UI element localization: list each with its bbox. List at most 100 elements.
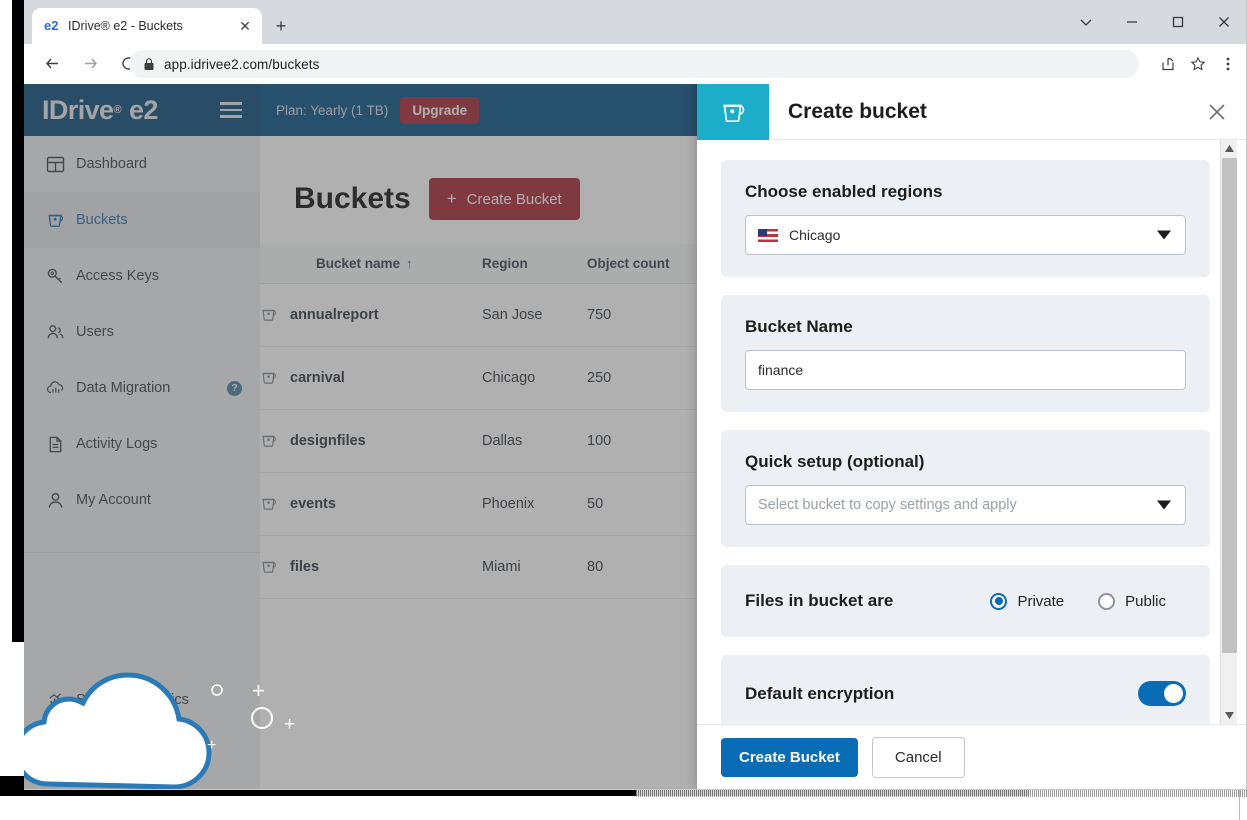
- radio-private[interactable]: Private: [990, 593, 1064, 610]
- sidebar-item-buckets[interactable]: Buckets: [24, 192, 260, 248]
- regions-label: Choose enabled regions: [745, 182, 1186, 202]
- quick-setup-placeholder: Select bucket to copy settings and apply: [758, 497, 1017, 513]
- bucket-name: events: [290, 496, 336, 512]
- hamburger-menu-icon[interactable]: [220, 102, 242, 118]
- chevron-down-icon: [1157, 501, 1171, 510]
- radio-public[interactable]: Public: [1098, 593, 1166, 610]
- radio-selected-icon: [990, 593, 1007, 610]
- table-row[interactable]: designfiles Dallas 100: [260, 410, 697, 473]
- sidebar-item-users[interactable]: Users: [24, 304, 260, 360]
- scroll-up-icon[interactable]: [1221, 140, 1238, 157]
- help-icon[interactable]: ?: [227, 381, 242, 396]
- tab-close-icon[interactable]: ✕: [236, 17, 254, 35]
- sidebar-item-storage-statistics[interactable]: Storage Statistics: [24, 672, 260, 728]
- column-header-region[interactable]: Region: [482, 244, 587, 284]
- upgrade-button[interactable]: Upgrade: [400, 97, 479, 124]
- table-row[interactable]: annualreport San Jose 750: [260, 284, 697, 347]
- sidebar-item-label: Data Migration: [76, 380, 170, 396]
- bookmark-star-icon[interactable]: [1183, 50, 1213, 78]
- chart-icon: [46, 691, 76, 710]
- tab-title: IDrive® e2 - Buckets: [64, 19, 236, 33]
- create-bucket-modal: Create bucket Choose enabled regions Chi…: [697, 84, 1247, 790]
- chevron-down-icon: [1157, 231, 1171, 240]
- new-tab-button[interactable]: +: [270, 16, 292, 38]
- table-row[interactable]: carnival Chicago 250: [260, 347, 697, 410]
- sidebar: Dashboard Buckets Access Keys: [24, 136, 260, 790]
- bucket-icon: [260, 369, 278, 387]
- visibility-card: Files in bucket are Private Public: [721, 565, 1210, 637]
- quick-setup-select[interactable]: Select bucket to copy settings and apply: [745, 485, 1186, 525]
- idrive-logo[interactable]: IDrive®e2: [42, 97, 158, 124]
- close-icon[interactable]: [1205, 100, 1229, 124]
- sidebar-item-my-account[interactable]: My Account: [24, 472, 260, 528]
- bucket-object-count: 250: [587, 347, 697, 410]
- plus-icon: +: [447, 189, 457, 209]
- address-bar[interactable]: app.idrivee2.com/buckets: [129, 50, 1139, 78]
- scrollbar-thumb[interactable]: [1222, 158, 1237, 653]
- users-icon: [46, 323, 76, 342]
- modal-header: Create bucket: [697, 84, 1247, 140]
- bucket-object-count: 100: [587, 410, 697, 473]
- dashboard-icon: [46, 155, 76, 174]
- sort-ascending-icon: ↑: [406, 256, 413, 271]
- browser-tab[interactable]: e2 IDrive® e2 - Buckets ✕: [32, 8, 262, 44]
- app-viewport: IDrive®e2 Plan: Yearly (1 TB) Upgrade Da…: [24, 84, 1247, 790]
- browser-menu-icon[interactable]: [1213, 50, 1243, 78]
- column-header-bucket-name[interactable]: Bucket name ↑: [260, 244, 482, 284]
- column-header-object-count[interactable]: Object count: [587, 244, 697, 284]
- back-icon[interactable]: [36, 48, 68, 80]
- cloud-migration-icon: [46, 379, 76, 398]
- app-header: IDrive®e2 Plan: Yearly (1 TB) Upgrade: [24, 84, 697, 136]
- brand-area: IDrive®e2: [24, 84, 260, 136]
- table-row[interactable]: files Miami 80: [260, 536, 697, 599]
- forward-icon[interactable]: [74, 48, 106, 80]
- column-label: Bucket name: [316, 256, 400, 271]
- encryption-toggle[interactable]: [1138, 681, 1186, 706]
- sidebar-item-data-migration[interactable]: Data Migration ?: [24, 360, 260, 416]
- sidebar-item-label: Buckets: [76, 212, 128, 228]
- sidebar-item-label: Settings: [76, 748, 128, 764]
- create-bucket-button[interactable]: + Create Bucket: [429, 178, 580, 220]
- modal-title: Create bucket: [788, 100, 927, 124]
- tab-favicon: e2: [44, 18, 64, 34]
- bucket-icon: [260, 558, 278, 576]
- scroll-down-icon[interactable]: [1221, 707, 1238, 724]
- bucket-region: Dallas: [482, 410, 587, 473]
- key-icon: [46, 267, 76, 286]
- sidebar-bottom-group: Storage Statistics Settings: [24, 672, 260, 784]
- sidebar-item-dashboard[interactable]: Dashboard: [24, 136, 260, 192]
- cancel-button[interactable]: Cancel: [872, 737, 965, 778]
- modal-scrollbar[interactable]: [1220, 140, 1237, 724]
- sidebar-item-activity-logs[interactable]: Activity Logs: [24, 416, 260, 472]
- quick-setup-label: Quick setup (optional): [745, 452, 1186, 472]
- bucket-icon: [697, 84, 769, 140]
- bucket-region: Miami: [482, 536, 587, 599]
- bucket-region: Chicago: [482, 347, 587, 410]
- minimize-icon[interactable]: [1109, 5, 1155, 39]
- sidebar-item-label: Storage Statistics: [76, 692, 189, 708]
- close-window-icon[interactable]: [1201, 5, 1247, 39]
- bucket-name: annualreport: [290, 307, 379, 323]
- browser-titlebar: e2 IDrive® e2 - Buckets ✕ +: [24, 0, 1247, 44]
- maximize-icon[interactable]: [1155, 5, 1201, 39]
- bucket-name-value: finance: [758, 362, 803, 378]
- sidebar-item-settings[interactable]: Settings: [24, 728, 260, 784]
- sidebar-item-label: My Account: [76, 492, 151, 508]
- sidebar-item-label: Activity Logs: [76, 436, 157, 452]
- chevron-down-icon[interactable]: [1063, 5, 1109, 39]
- url-text: app.idrivee2.com/buckets: [164, 57, 319, 72]
- radio-private-label: Private: [1017, 593, 1064, 610]
- encryption-card: Default encryption: [721, 655, 1210, 724]
- sidebar-item-access-keys[interactable]: Access Keys: [24, 248, 260, 304]
- sidebar-item-label: Users: [76, 324, 114, 340]
- bucket-name-input[interactable]: finance: [745, 350, 1186, 390]
- sidebar-divider: [24, 552, 260, 553]
- bucket-name: files: [290, 559, 319, 575]
- share-icon[interactable]: [1153, 50, 1183, 78]
- modal-footer: Create Bucket Cancel: [697, 724, 1247, 790]
- region-select[interactable]: Chicago: [745, 215, 1186, 255]
- table-row[interactable]: events Phoenix 50: [260, 473, 697, 536]
- create-bucket-submit-button[interactable]: Create Bucket: [721, 738, 858, 777]
- page-header: Buckets + Create Bucket: [260, 136, 697, 220]
- bucket-icon: [46, 211, 76, 230]
